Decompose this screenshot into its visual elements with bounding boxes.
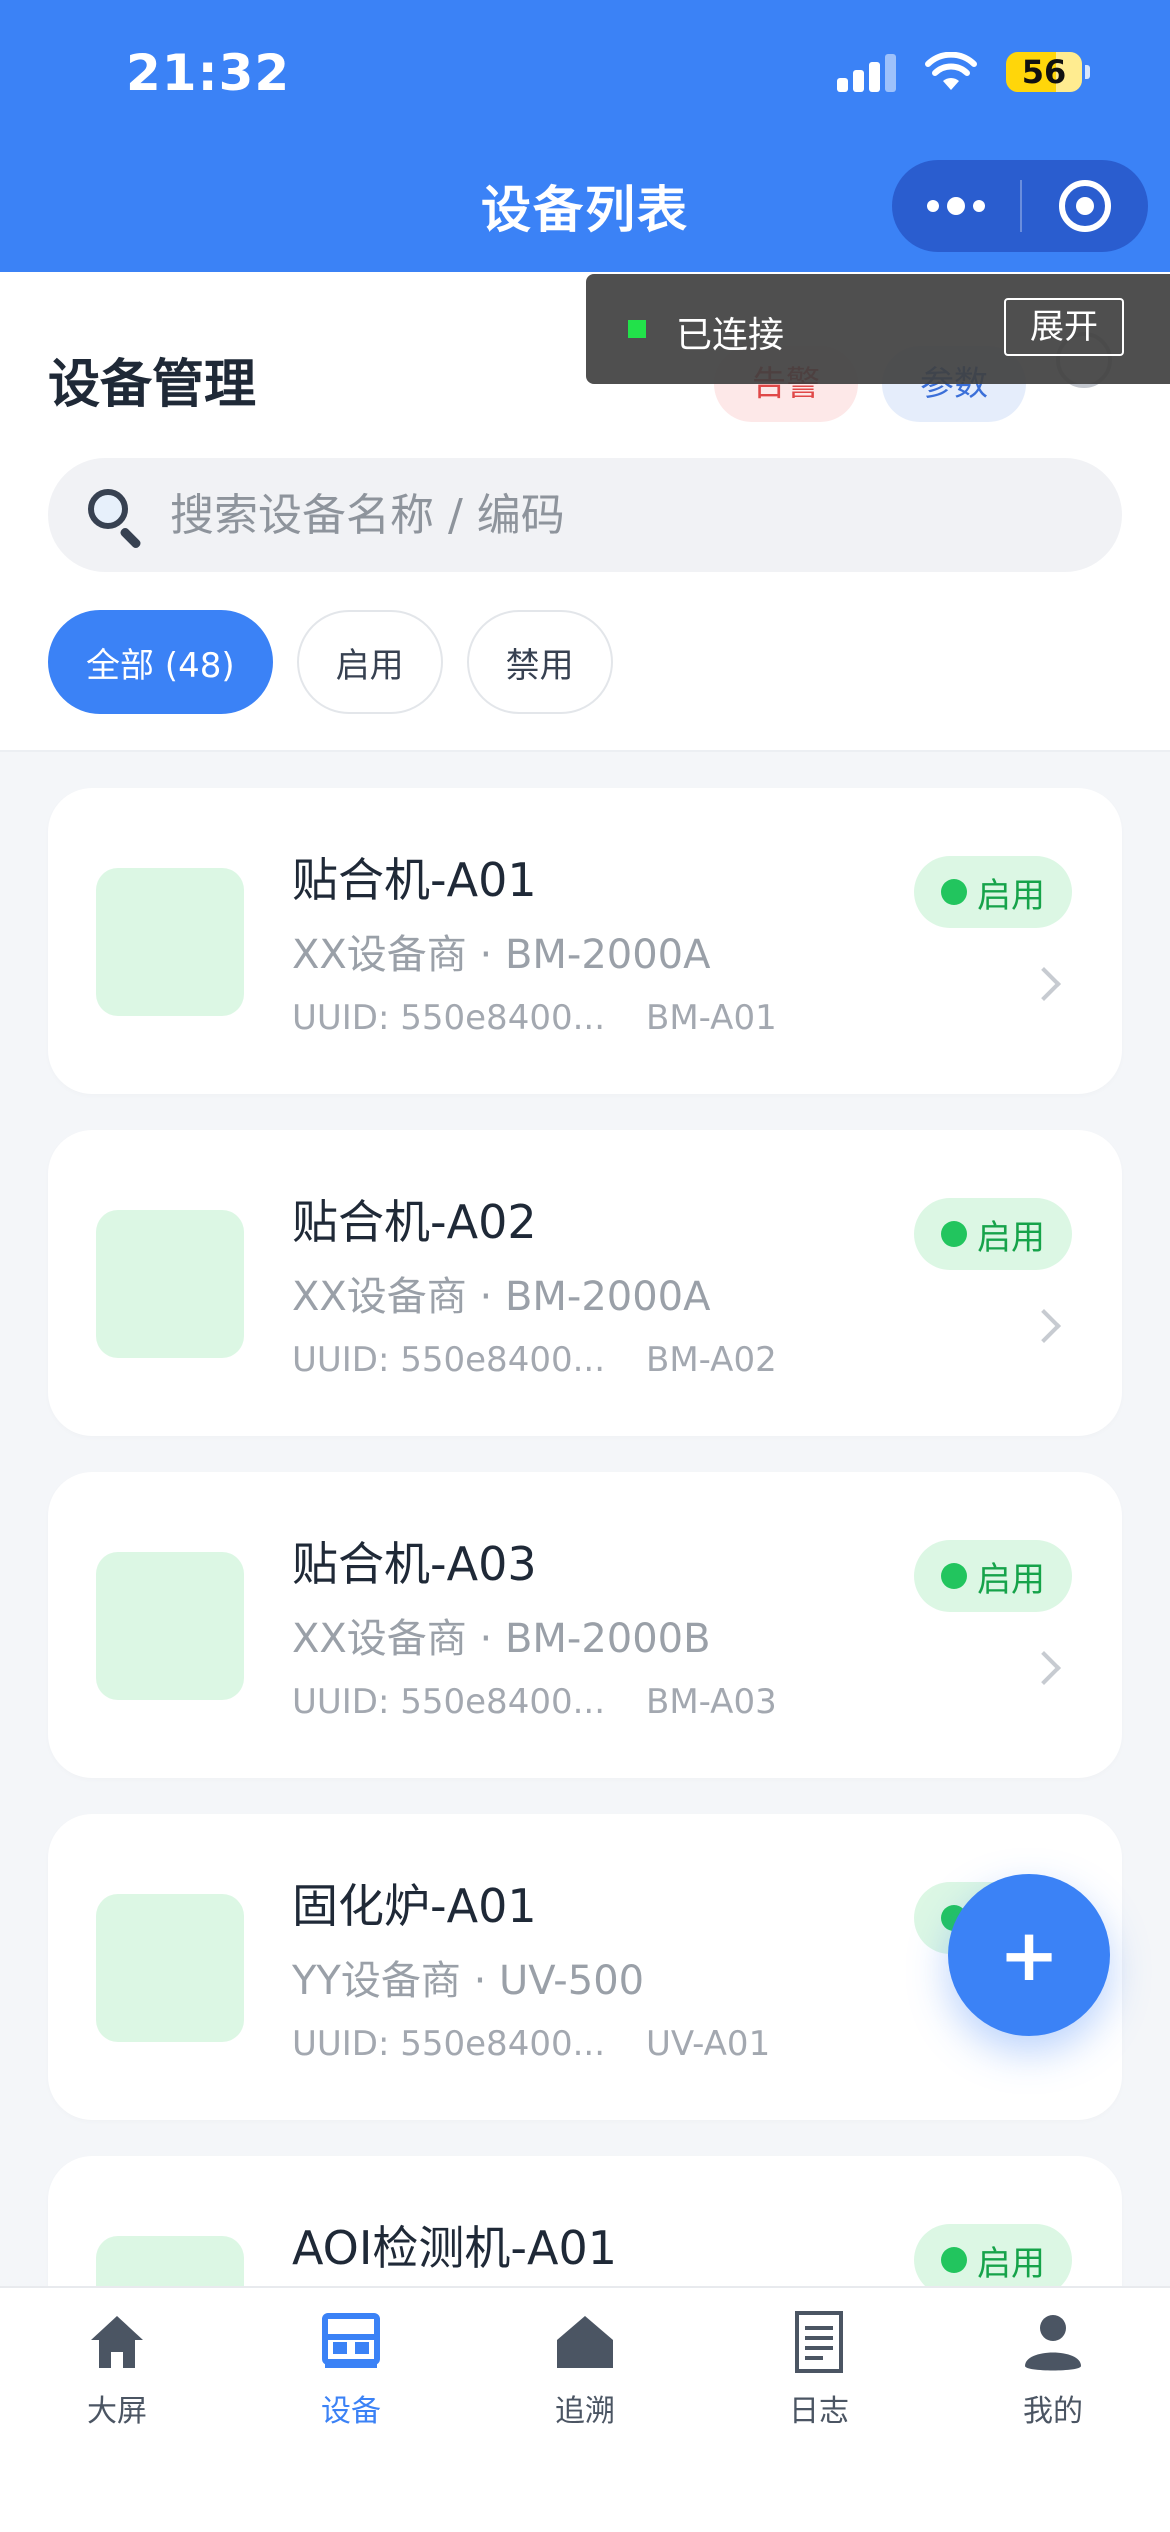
search-icon [84, 485, 144, 550]
tab-profile[interactable]: 我的 [936, 2288, 1170, 2458]
device-vendor: XX设备商 · BM-2000A [292, 1274, 711, 1320]
filter-disabled[interactable]: 禁用 [466, 610, 613, 714]
device-name: 贴合机-A02 [292, 1195, 537, 1249]
status-label: 启用 [977, 1559, 1045, 1600]
connection-toast: 已连接 展开 [586, 274, 1170, 384]
search-bar[interactable] [48, 458, 1122, 572]
log-icon [795, 2311, 843, 2373]
device-uuid: UUID: 550e8400... [292, 2024, 606, 2064]
profile-icon [1025, 2315, 1081, 2371]
connection-indicator-icon [628, 320, 646, 338]
device-vendor: XX设备商 · BM-2000A [292, 932, 711, 978]
device-uuid: UUID: 550e8400... [292, 1340, 606, 1380]
device-vendor: XX设备商 · BM-2000B [292, 1616, 711, 1662]
device-icon [322, 2313, 380, 2368]
battery-level: 56 [1021, 53, 1067, 91]
battery-icon: 56 [1006, 52, 1090, 92]
tab-label: 我的 [1023, 2394, 1083, 2429]
status-dot-icon [941, 2247, 967, 2273]
tab-devices[interactable]: 设备 [234, 2288, 468, 2458]
device-code: BM-A02 [646, 1340, 777, 1380]
filter-tabs: 全部 (48) 启用 禁用 [48, 610, 613, 714]
status-dot-icon [941, 879, 967, 905]
chevron-right-icon [1027, 1309, 1061, 1343]
device-name: 固化炉-A01 [292, 1879, 537, 1933]
device-code: BM-A01 [646, 998, 777, 1038]
filter-all[interactable]: 全部 (48) [48, 610, 273, 714]
add-device-button[interactable]: + [948, 1874, 1110, 2036]
status-icons: 56 [837, 52, 1090, 92]
close-button[interactable] [1022, 160, 1148, 252]
device-card[interactable]: 贴合机-A03 XX设备商 · BM-2000B UUID: 550e8400.… [48, 1472, 1122, 1778]
status-badge: 启用 [914, 1540, 1072, 1612]
signal-icon [837, 52, 896, 92]
page-title: 设备管理 [48, 355, 257, 415]
device-uuid: UUID: 550e8400... [292, 998, 606, 1038]
device-name: 贴合机-A03 [292, 1537, 537, 1591]
device-card[interactable]: 贴合机-A01 XX设备商 · BM-2000A UUID: 550e8400.… [48, 788, 1122, 1094]
device-thumbnail [96, 1894, 244, 2042]
target-icon [1059, 180, 1111, 232]
status-label: 启用 [977, 875, 1045, 916]
device-vendor: YY设备商 · UV-500 [292, 1958, 645, 2004]
connection-status: 已连接 [676, 315, 785, 356]
tab-label: 追溯 [555, 2394, 615, 2429]
device-thumbnail [96, 1552, 244, 1700]
device-name: 贴合机-A01 [292, 853, 537, 907]
search-input[interactable] [170, 489, 1070, 541]
bottom-tab-bar: 大屏 设备 追溯 日志 我的 [0, 2286, 1170, 2532]
wifi-icon [925, 52, 977, 90]
tab-log[interactable]: 日志 [702, 2288, 936, 2458]
chevron-right-icon [1027, 1651, 1061, 1685]
tab-label: 设备 [321, 2394, 381, 2429]
status-label: 启用 [977, 1217, 1045, 1258]
tab-dashboard[interactable]: 大屏 [0, 2288, 234, 2458]
tab-trace[interactable]: 追溯 [468, 2288, 702, 2458]
status-label: 启用 [977, 2243, 1045, 2284]
status-badge: 启用 [914, 1198, 1072, 1270]
more-button[interactable] [892, 160, 1020, 252]
device-name: AOI检测机-A01 [292, 2221, 618, 2275]
device-uuid: UUID: 550e8400... [292, 1682, 606, 1722]
mini-program-capsule [892, 160, 1148, 252]
device-code: BM-A03 [646, 1682, 777, 1722]
status-time: 21:32 [126, 44, 291, 102]
tab-label: 日志 [789, 2394, 849, 2429]
chevron-right-icon [1027, 967, 1061, 1001]
device-code: UV-A01 [646, 2024, 771, 2064]
trace-icon [557, 2316, 613, 2368]
status-dot-icon [941, 1563, 967, 1589]
expand-button[interactable]: 展开 [1004, 298, 1124, 356]
home-icon [91, 2316, 143, 2368]
tab-label: 大屏 [87, 2394, 147, 2429]
status-dot-icon [941, 1221, 967, 1247]
device-card[interactable]: 贴合机-A02 XX设备商 · BM-2000A UUID: 550e8400.… [48, 1130, 1122, 1436]
status-badge: 启用 [914, 856, 1072, 928]
top-bar: 21:32 56 设备列表 [0, 0, 1170, 272]
device-thumbnail [96, 868, 244, 1016]
filter-enabled[interactable]: 启用 [296, 610, 443, 714]
device-thumbnail [96, 1210, 244, 1358]
